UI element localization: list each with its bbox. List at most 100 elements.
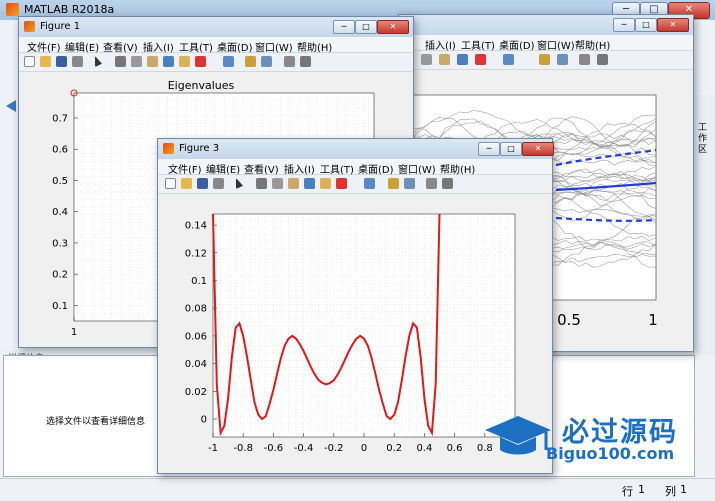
figure-1-maximize-button[interactable]: □ bbox=[355, 20, 377, 34]
dock-icon[interactable] bbox=[597, 54, 608, 65]
link-plot-icon[interactable] bbox=[223, 56, 234, 67]
figure-2-menu-desktop[interactable]: 桌面(D) bbox=[499, 37, 535, 52]
figure-3-menu-window[interactable]: 窗口(W) bbox=[398, 161, 436, 176]
figure-2-maximize-button[interactable]: □ bbox=[635, 18, 657, 32]
figure-3-menu-tools[interactable]: 工具(T) bbox=[320, 161, 354, 176]
pointer-icon[interactable] bbox=[95, 56, 102, 67]
line-grid bbox=[213, 214, 515, 437]
new-figure-icon[interactable] bbox=[165, 178, 176, 189]
figure-1-menu-bar: 文件(F) 编辑(E) 查看(V) 插入(I) 工具(T) 桌面(D) 窗口(W… bbox=[19, 37, 413, 54]
gp-xtick-label: 0.5 bbox=[557, 311, 581, 329]
x-tick-label: -1 bbox=[208, 443, 218, 454]
x-tick-label: -0.2 bbox=[324, 443, 344, 454]
zoom-in-icon[interactable] bbox=[115, 56, 126, 67]
figure-3-maximize-button[interactable]: □ bbox=[500, 142, 522, 156]
brush-icon[interactable] bbox=[195, 56, 206, 67]
figure-3-menu-bar: 文件(F) 编辑(E) 查看(V) 插入(I) 工具(T) 桌面(D) 窗口(W… bbox=[158, 159, 552, 176]
link-plot-icon[interactable] bbox=[364, 178, 375, 189]
y-tick-label: 0.04 bbox=[185, 359, 207, 370]
zoom-in-icon[interactable] bbox=[256, 178, 267, 189]
status-col-value: 1 bbox=[680, 483, 687, 496]
print-icon[interactable] bbox=[213, 178, 224, 189]
colorbar-icon[interactable] bbox=[245, 56, 256, 67]
legend-icon[interactable] bbox=[404, 178, 415, 189]
x-tick-label: 0.4 bbox=[416, 443, 432, 454]
hide-tools-icon[interactable] bbox=[579, 54, 590, 65]
rotate-icon[interactable] bbox=[304, 178, 315, 189]
y-tick-label: 0.02 bbox=[185, 387, 207, 398]
link-plot-icon[interactable] bbox=[503, 54, 514, 65]
open-file-icon[interactable] bbox=[40, 56, 51, 67]
legend-icon[interactable] bbox=[557, 54, 568, 65]
figure-2-menu-window[interactable]: 窗口(W) bbox=[537, 37, 575, 52]
figure-1-title: Figure 1 bbox=[40, 21, 81, 32]
brush-icon[interactable] bbox=[475, 54, 486, 65]
zoom-out-icon[interactable] bbox=[421, 54, 432, 65]
data-cursor-icon[interactable] bbox=[179, 56, 190, 67]
figure-2-toolbar bbox=[399, 51, 693, 70]
x-tick-label: -0.8 bbox=[233, 443, 253, 454]
figure-1-menu-edit[interactable]: 编辑(E) bbox=[65, 39, 99, 54]
figure-3-minimize-button[interactable]: ─ bbox=[478, 142, 500, 156]
figure-1-menu-file[interactable]: 文件(F) bbox=[27, 39, 61, 54]
hide-tools-icon[interactable] bbox=[284, 56, 295, 67]
pointer-icon[interactable] bbox=[236, 178, 243, 189]
open-file-icon[interactable] bbox=[181, 178, 192, 189]
figure-1-menu-view[interactable]: 查看(V) bbox=[103, 39, 138, 54]
print-icon[interactable] bbox=[72, 56, 83, 67]
y-tick-label: 0.12 bbox=[185, 248, 207, 259]
figure-2-menu-bar: 插入(I) 工具(T) 桌面(D) 窗口(W) 帮助(H) bbox=[399, 35, 693, 52]
figure-3-title: Figure 3 bbox=[179, 143, 220, 154]
details-hint-text: 选择文件以查看详细信息 bbox=[46, 417, 146, 427]
workspace-tab-label: 工作区 bbox=[698, 123, 708, 155]
figure-3-menu-file[interactable]: 文件(F) bbox=[168, 161, 202, 176]
pan-icon[interactable] bbox=[439, 54, 450, 65]
figure-1-menu-desktop[interactable]: 桌面(D) bbox=[217, 39, 253, 54]
dock-icon[interactable] bbox=[442, 178, 453, 189]
y-tick-label: 0 bbox=[201, 414, 207, 425]
dock-icon[interactable] bbox=[300, 56, 311, 67]
figure-1-menu-insert[interactable]: 插入(I) bbox=[143, 39, 174, 54]
colorbar-icon[interactable] bbox=[539, 54, 550, 65]
status-row-value: 1 bbox=[638, 483, 645, 496]
figure-3-menu-help[interactable]: 帮助(H) bbox=[440, 161, 475, 176]
figure-3-menu-desktop[interactable]: 桌面(D) bbox=[358, 161, 394, 176]
figure-1-toolbar bbox=[19, 53, 413, 72]
legend-icon[interactable] bbox=[261, 56, 272, 67]
figure-2-close-button[interactable]: ✕ bbox=[657, 18, 689, 32]
figure-2-menu-insert[interactable]: 插入(I) bbox=[425, 37, 456, 52]
rotate-icon[interactable] bbox=[457, 54, 468, 65]
x-tick-label: 0.6 bbox=[447, 443, 463, 454]
figure-1-menu-tools[interactable]: 工具(T) bbox=[179, 39, 213, 54]
figure-2-menu-tools[interactable]: 工具(T) bbox=[461, 37, 495, 52]
figure-1-menu-window[interactable]: 窗口(W) bbox=[255, 39, 293, 54]
figure-1-close-button[interactable]: ✕ bbox=[377, 20, 409, 34]
new-figure-icon[interactable] bbox=[24, 56, 35, 67]
hide-tools-icon[interactable] bbox=[426, 178, 437, 189]
figure-1-minimize-button[interactable]: ─ bbox=[333, 20, 355, 34]
colorbar-icon[interactable] bbox=[388, 178, 399, 189]
zoom-out-icon[interactable] bbox=[272, 178, 283, 189]
brush-icon[interactable] bbox=[336, 178, 347, 189]
save-icon[interactable] bbox=[197, 178, 208, 189]
rotate-icon[interactable] bbox=[163, 56, 174, 67]
pan-icon[interactable] bbox=[288, 178, 299, 189]
data-cursor-icon[interactable] bbox=[320, 178, 331, 189]
save-icon[interactable] bbox=[56, 56, 67, 67]
gp-xtick-label: 1 bbox=[648, 311, 658, 329]
matlab-window-title: MATLAB R2018a bbox=[24, 3, 115, 16]
workspace-side-tab[interactable]: 工作区 bbox=[693, 95, 715, 355]
y-tick-label: 0.5 bbox=[52, 176, 68, 187]
figure-3-close-button[interactable]: ✕ bbox=[522, 142, 554, 156]
pan-icon[interactable] bbox=[147, 56, 158, 67]
figure-2-minimize-button[interactable]: ─ bbox=[613, 18, 635, 32]
zoom-out-icon[interactable] bbox=[131, 56, 142, 67]
x-tick-label: 0 bbox=[361, 443, 367, 454]
figure-3-menu-insert[interactable]: 插入(I) bbox=[284, 161, 315, 176]
x-tick-label: -0.6 bbox=[264, 443, 284, 454]
figure-3-menu-view[interactable]: 查看(V) bbox=[244, 161, 279, 176]
y-tick-label: 0.3 bbox=[52, 238, 68, 249]
figure-2-menu-help[interactable]: 帮助(H) bbox=[575, 37, 610, 52]
figure-3-menu-edit[interactable]: 编辑(E) bbox=[206, 161, 240, 176]
figure-1-menu-help[interactable]: 帮助(H) bbox=[297, 39, 332, 54]
